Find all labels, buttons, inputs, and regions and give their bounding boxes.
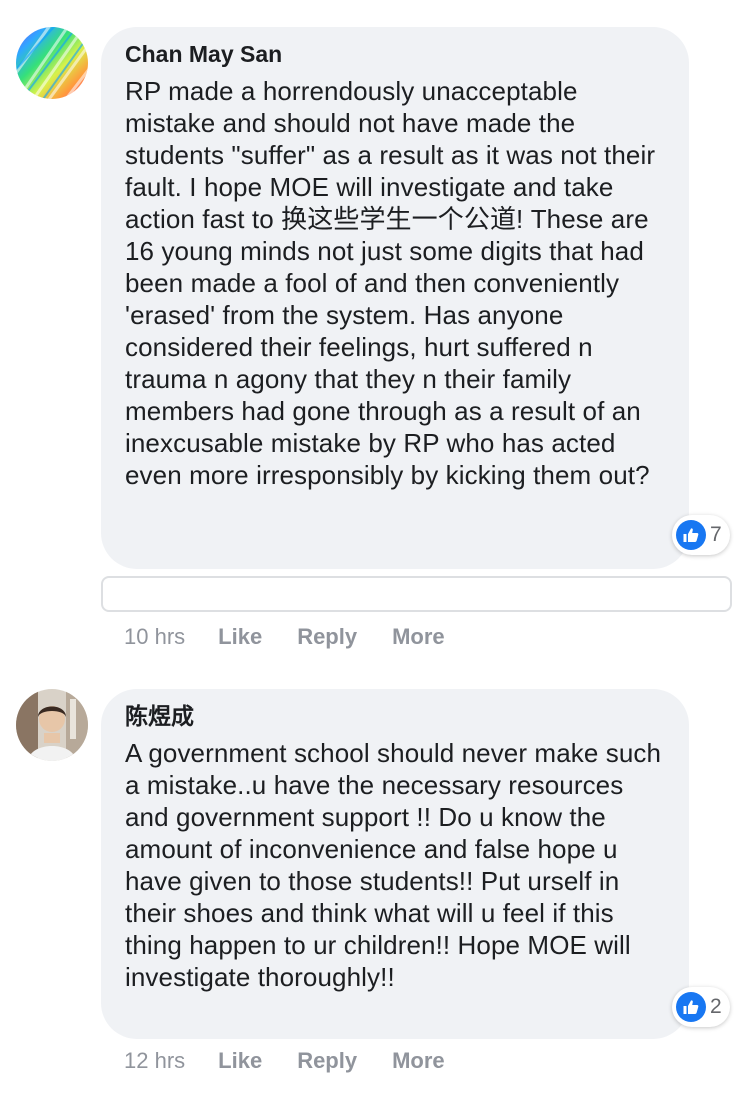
thumbs-up-icon bbox=[676, 520, 706, 550]
avatar[interactable] bbox=[16, 27, 88, 99]
reaction-count: 2 bbox=[710, 995, 722, 1018]
comment-text: RP made a horrendously unacceptable mist… bbox=[125, 76, 656, 490]
reaction-count-badge[interactable]: 7 bbox=[672, 515, 730, 555]
reply-input[interactable] bbox=[101, 576, 732, 612]
more-button[interactable]: More bbox=[392, 1048, 445, 1074]
more-button[interactable]: More bbox=[392, 624, 445, 650]
comment-bubble: Chan May San RP made a horrendously unac… bbox=[101, 27, 730, 569]
comment-text: A government school should never make su… bbox=[125, 738, 662, 992]
reply-button[interactable]: Reply bbox=[297, 624, 357, 650]
avatar-image bbox=[16, 27, 88, 99]
reaction-count-badge[interactable]: 2 bbox=[672, 987, 730, 1027]
comment-timestamp[interactable]: 12 hrs bbox=[124, 1048, 185, 1074]
comment-author[interactable]: Chan May San bbox=[125, 39, 665, 69]
comment-actions: 10 hrs Like Reply More bbox=[124, 624, 480, 650]
avatar-image bbox=[16, 689, 88, 761]
thumbs-up-icon bbox=[676, 992, 706, 1022]
avatar[interactable] bbox=[16, 689, 88, 761]
comment-bubble: 陈煜成 A government school should never mak… bbox=[101, 689, 730, 1039]
comment-timestamp[interactable]: 10 hrs bbox=[124, 624, 185, 650]
like-button[interactable]: Like bbox=[218, 1048, 262, 1074]
reaction-count: 7 bbox=[710, 523, 722, 546]
comment-author[interactable]: 陈煜成 bbox=[125, 701, 665, 731]
like-button[interactable]: Like bbox=[218, 624, 262, 650]
reply-button[interactable]: Reply bbox=[297, 1048, 357, 1074]
comment-actions: 12 hrs Like Reply More bbox=[124, 1048, 480, 1074]
